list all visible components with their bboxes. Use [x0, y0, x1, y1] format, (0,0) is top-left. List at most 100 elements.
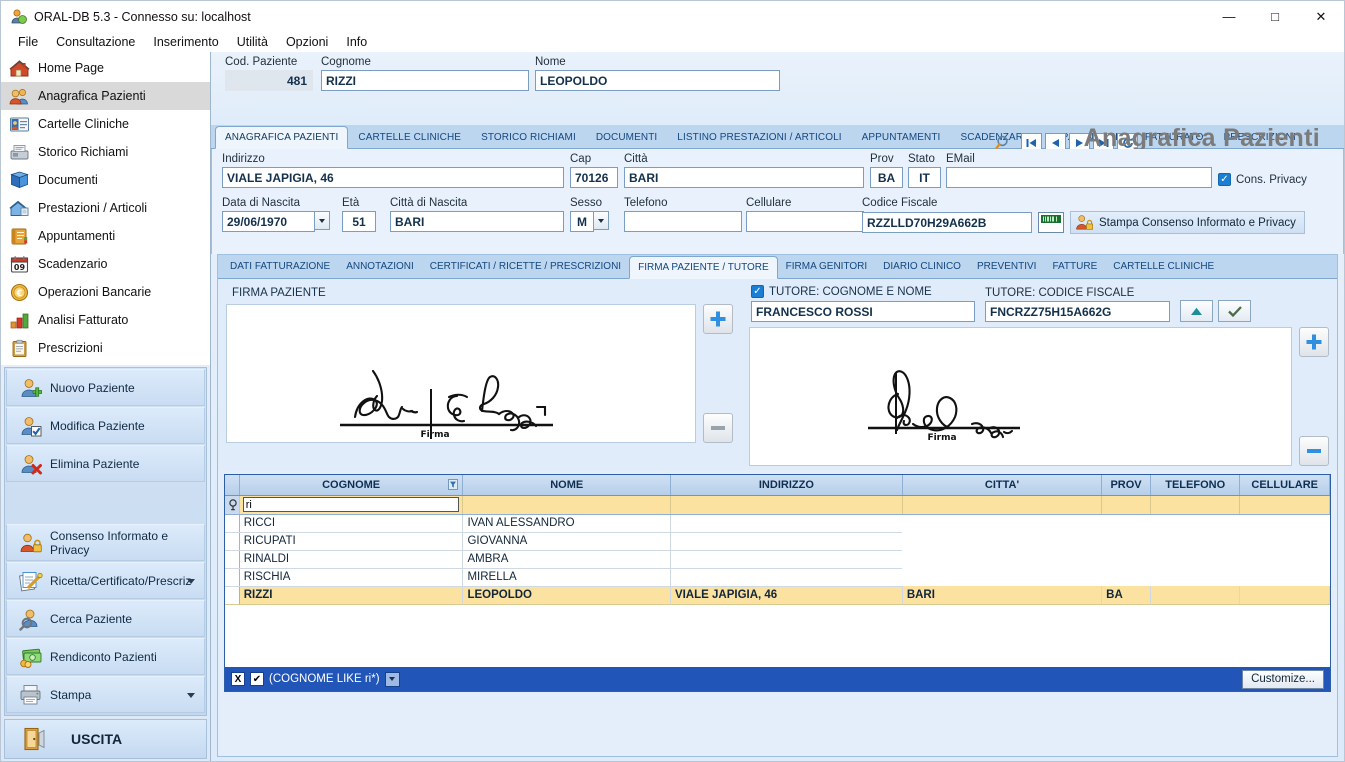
filter-cell-prov[interactable] [1101, 495, 1151, 515]
filter-cell-nome[interactable] [462, 495, 671, 515]
data-nascita-dropdown-icon[interactable] [315, 211, 330, 230]
maximize-button[interactable]: □ [1252, 1, 1298, 32]
sidebar-item-cartelle-cliniche[interactable]: Cartelle Cliniche [1, 110, 210, 138]
customize-button[interactable]: Customize... [1242, 669, 1324, 689]
tab-appuntamenti[interactable]: APPUNTAMENTI [852, 125, 951, 148]
close-button[interactable]: ✕ [1298, 1, 1344, 32]
subtab-dati-fatturazione[interactable]: DATI FATTURAZIONE [222, 255, 338, 278]
subtab-cartelle-cliniche[interactable]: CARTELLE CLINICHE [1105, 255, 1222, 278]
nome-input[interactable] [535, 70, 780, 91]
sidebar-item-home-page[interactable]: Home Page [1, 54, 210, 82]
patient-signature-canvas[interactable]: Firma [226, 304, 696, 443]
table-row[interactable]: RICUPATI GIOVANNA [225, 532, 1330, 551]
filter-enabled-checkbox[interactable]: ✔ [250, 672, 264, 686]
subtab-preventivi[interactable]: PREVENTIVI [969, 255, 1044, 278]
data-nascita-input[interactable] [222, 211, 315, 232]
menu-item-info[interactable]: Info [337, 34, 376, 50]
cellulare-input[interactable] [746, 211, 864, 232]
menu-item-opzioni[interactable]: Opzioni [277, 34, 337, 50]
subtab-certificati-ricette-prescrizioni[interactable]: CERTIFICATI / RICETTE / PRESCRIZIONI [422, 255, 629, 278]
tab-storico-richiami[interactable]: STORICO RICHIAMI [471, 125, 586, 148]
column-header-indirizzo[interactable]: INDIRIZZO [670, 475, 903, 496]
chevron-down-icon[interactable] [187, 578, 195, 584]
filter-cell-citta[interactable] [902, 495, 1103, 515]
subtab-firma-genitori[interactable]: FIRMA GENITORI [778, 255, 876, 278]
citta-input[interactable] [624, 167, 864, 188]
minimize-button[interactable]: — [1206, 1, 1252, 32]
remove-patient-signature-button[interactable] [703, 413, 733, 443]
chevron-down-icon[interactable] [187, 692, 195, 698]
sesso-dropdown-icon[interactable] [594, 211, 609, 230]
citta-nascita-input[interactable] [390, 211, 564, 232]
column-header-cellulare[interactable]: CELLULARE [1239, 475, 1330, 496]
action-nuovo-paziente[interactable]: Nuovo Paziente [6, 369, 205, 406]
cap-input[interactable] [570, 167, 618, 188]
menu-item-inserimento[interactable]: Inserimento [144, 34, 227, 50]
column-header-telefono[interactable]: TELEFONO [1150, 475, 1241, 496]
codice-fiscale-input[interactable] [862, 212, 1032, 233]
action-elimina-paziente[interactable]: Elimina Paziente [6, 445, 205, 482]
tutor-up-arrow-button[interactable] [1180, 300, 1213, 322]
action-modifica-paziente[interactable]: Modifica Paziente [6, 407, 205, 444]
filter-funnel-icon[interactable] [448, 479, 459, 490]
email-input[interactable] [946, 167, 1212, 188]
column-header-nome[interactable]: NOME [462, 475, 671, 496]
table-row[interactable]: RINALDI AMBRA [225, 550, 1330, 569]
action-stampa[interactable]: Stampa [6, 676, 205, 713]
filter-history-dropdown-icon[interactable] [384, 671, 400, 687]
indirizzo-input[interactable] [222, 167, 564, 188]
sidebar-item-documenti[interactable]: Documenti [1, 166, 210, 194]
sidebar-item-storico-richiami[interactable]: Storico Richiami [1, 138, 210, 166]
column-header-prov[interactable]: PROV [1101, 475, 1151, 496]
add-patient-signature-button[interactable] [703, 304, 733, 334]
tab-cartelle-cliniche[interactable]: CARTELLE CLINICHE [348, 125, 471, 148]
subtab-diario-clinico[interactable]: DIARIO CLINICO [875, 255, 969, 278]
sidebar-item-prestazioni-articoli[interactable]: Prestazioni / Articoli [1, 194, 210, 222]
sidebar-item-analisi-fatturato[interactable]: Analisi Fatturato [1, 306, 210, 334]
sidebar-item-anagrafica-pazienti[interactable]: Anagrafica Pazienti [1, 82, 210, 110]
filter-cell-indirizzo[interactable] [670, 495, 903, 515]
filter-cell-telefono[interactable] [1150, 495, 1241, 515]
sidebar-item-scadenzario[interactable]: 09 Scadenzario [1, 250, 210, 278]
action-rendiconto-pazienti[interactable]: Rendiconto Pazienti [6, 638, 205, 675]
subtab-fatture[interactable]: FATTURE [1044, 255, 1105, 278]
stampa-consenso-button[interactable]: Stampa Consenso Informato e Privacy [1070, 211, 1305, 234]
prov-input[interactable] [870, 167, 903, 188]
grid-filter-input[interactable] [242, 497, 460, 513]
tutor-name-input[interactable] [751, 301, 975, 322]
stato-input[interactable] [908, 167, 941, 188]
tab-listino-prestazioni-articoli[interactable]: LISTINO PRESTAZIONI / ARTICOLI [667, 125, 851, 148]
sidebar-item-appuntamenti[interactable]: Appuntamenti [1, 222, 210, 250]
sesso-input[interactable] [570, 211, 594, 232]
action-consenso-informato-privacy[interactable]: Consenso Informato e Privacy [6, 524, 205, 561]
remove-tutor-signature-button[interactable] [1299, 436, 1329, 466]
table-row[interactable]: RICCI IVAN ALESSANDRO [225, 514, 1330, 533]
filter-cell-cellulare[interactable] [1239, 495, 1330, 515]
tab-documenti[interactable]: DOCUMENTI [586, 125, 667, 148]
column-header-cognome[interactable]: COGNOME [239, 475, 464, 496]
subtab-annotazioni[interactable]: ANNOTAZIONI [338, 255, 422, 278]
close-filter-icon[interactable]: X [231, 672, 245, 686]
telefono-input[interactable] [624, 211, 742, 232]
tutor-checkbox[interactable]: ✓ [751, 285, 764, 298]
cognome-input[interactable] [321, 70, 529, 91]
table-row[interactable]: RIZZI LEOPOLDO VIALE JAPIGIA, 46 BARI BA [225, 586, 1330, 605]
barcode-icon[interactable] [1038, 212, 1064, 233]
menu-item-utilita[interactable]: Utilità [228, 34, 277, 50]
menu-item-consultazione[interactable]: Consultazione [47, 34, 144, 50]
sidebar-item-operazioni-bancarie[interactable]: € Operazioni Bancarie [1, 278, 210, 306]
tutor-signature-canvas[interactable]: Firma [749, 327, 1292, 466]
tab-anagrafica-pazienti[interactable]: ANAGRAFICA PAZIENTI [215, 126, 349, 149]
cons-privacy-checkbox[interactable]: ✓ [1218, 173, 1231, 186]
tutor-cf-input[interactable] [985, 301, 1170, 322]
action-cerca-paziente[interactable]: Cerca Paziente [6, 600, 205, 637]
sidebar-item-prescrizioni[interactable]: Prescrizioni [1, 334, 210, 362]
subtab-firma-paziente-tutore[interactable]: FIRMA PAZIENTE / TUTORE [629, 256, 778, 279]
action-ricetta-certificato-prescrizione[interactable]: Ricetta/Certificato/Prescriz [6, 562, 205, 599]
menu-item-file[interactable]: File [9, 34, 47, 50]
eta-input[interactable] [342, 211, 376, 232]
tutor-confirm-button[interactable] [1218, 300, 1251, 322]
filter-cell-cognome[interactable] [239, 495, 464, 515]
add-tutor-signature-button[interactable] [1299, 327, 1329, 357]
table-row[interactable]: RISCHIA MIRELLA [225, 568, 1330, 587]
